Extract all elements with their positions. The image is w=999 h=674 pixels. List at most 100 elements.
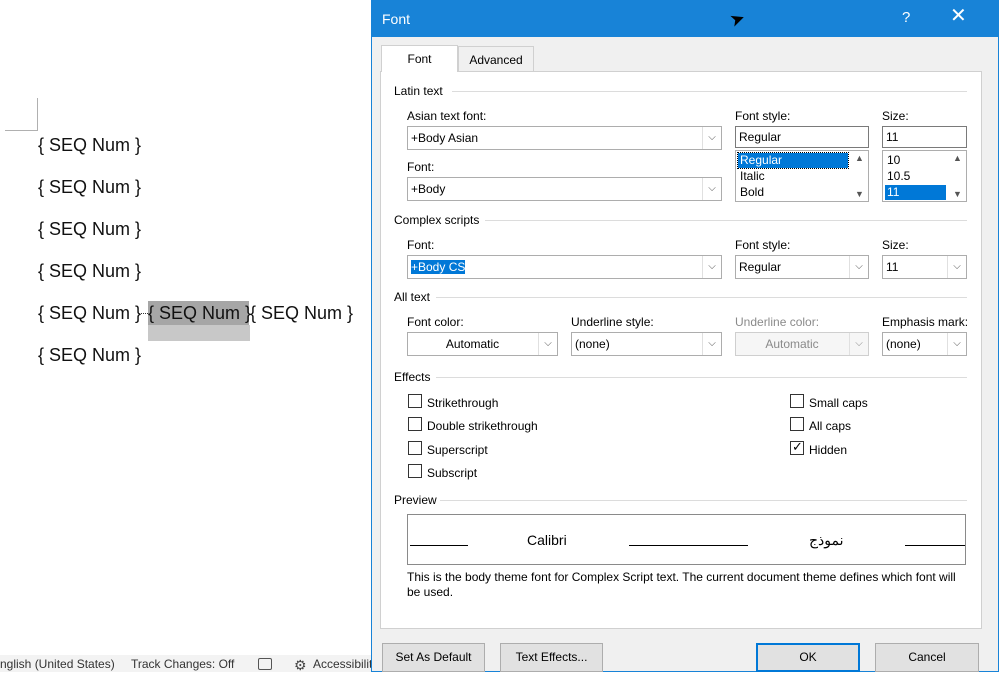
font-color-value: Automatic [445, 337, 500, 351]
underline-style-combo[interactable]: (none) ⌵ [571, 332, 722, 356]
font-color-combo[interactable]: Automatic ⌵ [407, 332, 558, 356]
list-item[interactable]: Italic [738, 169, 765, 184]
selection-highlight [148, 325, 250, 341]
double-strikethrough-label[interactable]: Double strikethrough [427, 419, 538, 433]
latin-style-label: Font style: [735, 109, 791, 123]
seq-field[interactable]: { SEQ Num } [38, 345, 141, 366]
underline-style-label: Underline style: [571, 315, 654, 329]
scrollbar[interactable]: ▲ ▼ [949, 151, 966, 201]
emphasis-mark-combo[interactable]: (none) ⌵ [882, 332, 967, 356]
preview-description: This is the body theme font for Complex … [407, 570, 956, 599]
chevron-down-icon[interactable]: ⌵ [702, 178, 721, 200]
latin-text-group-label: Latin text [394, 84, 443, 98]
checkmark-icon: ✓ [792, 439, 803, 454]
chevron-down-icon[interactable]: ⌵ [849, 256, 868, 278]
preview-arabic-sample: نموذج [809, 532, 844, 548]
macro-record-icon[interactable] [258, 658, 272, 670]
asian-font-label: Asian text font: [407, 109, 487, 123]
list-item[interactable]: 11 [885, 185, 946, 200]
seq-field[interactable]: { SEQ Num } [250, 303, 353, 324]
all-caps-checkbox[interactable] [790, 417, 804, 431]
superscript-checkbox[interactable] [408, 441, 422, 455]
cs-style-combo[interactable]: Regular ⌵ [735, 255, 869, 279]
divider [436, 297, 967, 298]
hidden-checkbox[interactable]: ✓ [790, 439, 804, 455]
latin-font-value: +Body [411, 182, 446, 196]
chevron-down-icon[interactable]: ⌵ [702, 127, 721, 149]
seq-field-selected[interactable]: { SEQ Num } [148, 301, 251, 325]
seq-field[interactable]: { SEQ Num } [38, 135, 141, 156]
list-item[interactable]: Bold [738, 185, 764, 200]
text-effects-button[interactable]: Text Effects... [500, 643, 603, 672]
close-button[interactable]: ✕ [950, 6, 967, 26]
dialog-title: Font [382, 11, 411, 27]
scroll-down-icon[interactable]: ▼ [851, 189, 868, 199]
preview-latin-sample: Calibri [527, 532, 567, 548]
hidden-text-dotted-underline [139, 313, 148, 314]
latin-font-combo[interactable]: +Body ⌵ [407, 177, 722, 201]
subscript-checkbox[interactable] [408, 464, 422, 478]
track-changes-status[interactable]: Track Changes: Off [131, 657, 234, 671]
list-item[interactable]: 10 [885, 153, 900, 168]
list-item[interactable]: Regular [737, 152, 849, 169]
scroll-up-icon[interactable]: ▲ [949, 153, 966, 163]
strikethrough-checkbox[interactable] [408, 394, 422, 408]
divider [485, 220, 967, 221]
scroll-up-icon[interactable]: ▲ [851, 153, 868, 163]
asian-font-value: +Body Asian [411, 131, 479, 145]
strikethrough-label[interactable]: Strikethrough [427, 396, 498, 410]
small-caps-checkbox[interactable] [790, 394, 804, 408]
complex-scripts-group-label: Complex scripts [394, 213, 480, 227]
tab-font[interactable]: Font [381, 45, 458, 72]
seq-field[interactable]: { SEQ Num } [38, 219, 141, 240]
ok-button[interactable]: OK [756, 643, 860, 672]
list-item[interactable]: 10.5 [885, 169, 910, 184]
chevron-down-icon[interactable]: ⌵ [702, 333, 721, 355]
set-as-default-button[interactable]: Set As Default [382, 643, 485, 672]
latin-style-value: Regular [739, 130, 782, 144]
hidden-label[interactable]: Hidden [809, 443, 847, 457]
latin-size-list[interactable]: 10 10.5 11 ▲ ▼ [882, 150, 967, 202]
seq-field[interactable]: { SEQ Num } [38, 177, 141, 198]
latin-style-list[interactable]: Regular Italic Bold ▲ ▼ [735, 150, 869, 202]
accessibility-status[interactable]: Accessibilit [313, 657, 372, 671]
effects-group-label: Effects [394, 370, 431, 384]
scrollbar[interactable]: ▲ ▼ [851, 151, 868, 201]
cs-font-value: +Body CS [411, 260, 466, 274]
scroll-down-icon[interactable]: ▼ [949, 189, 966, 199]
chevron-down-icon[interactable]: ⌵ [947, 333, 966, 355]
asian-font-combo[interactable]: +Body Asian ⌵ [407, 126, 722, 150]
subscript-label[interactable]: Subscript [427, 466, 477, 480]
all-text-group-label: All text [394, 290, 431, 304]
mouse-cursor-icon: ➤ [726, 7, 748, 32]
chevron-down-icon[interactable]: ⌵ [947, 256, 966, 278]
seq-field[interactable]: { SEQ Num } [38, 303, 141, 324]
seq-field[interactable]: { SEQ Num } [38, 261, 141, 282]
latin-style-input[interactable]: Regular [735, 126, 869, 148]
font-dialog: Font ? ✕ ➤ Font Advanced Latin text Asia… [371, 0, 999, 672]
divider [440, 500, 967, 501]
chevron-down-icon[interactable]: ⌵ [702, 256, 721, 278]
language-status[interactable]: nglish (United States) [0, 657, 115, 671]
help-button[interactable]: ? [902, 9, 910, 26]
dialog-titlebar[interactable]: Font ? ✕ ➤ [372, 0, 999, 37]
accessibility-icon: ⚙ [294, 657, 307, 673]
underline-color-combo: Automatic ⌵ [735, 332, 869, 356]
tab-advanced[interactable]: Advanced [458, 46, 534, 72]
all-caps-label[interactable]: All caps [809, 419, 851, 433]
latin-size-input[interactable]: 11 [882, 126, 967, 148]
cs-font-combo[interactable]: +Body CS ⌵ [407, 255, 722, 279]
divider [452, 91, 967, 92]
double-strikethrough-checkbox[interactable] [408, 417, 422, 431]
underline-color-label: Underline color: [735, 315, 820, 329]
preview-baseline [905, 545, 965, 546]
small-caps-label[interactable]: Small caps [809, 396, 868, 410]
chevron-down-icon[interactable]: ⌵ [538, 333, 557, 355]
cs-style-value: Regular [739, 260, 782, 274]
font-color-label: Font color: [407, 315, 464, 329]
underline-color-value: Automatic [765, 337, 819, 351]
superscript-label[interactable]: Superscript [427, 443, 488, 457]
cancel-button[interactable]: Cancel [875, 643, 979, 672]
margin-corner-mark [5, 98, 38, 131]
cs-size-combo[interactable]: 11 ⌵ [882, 255, 967, 279]
